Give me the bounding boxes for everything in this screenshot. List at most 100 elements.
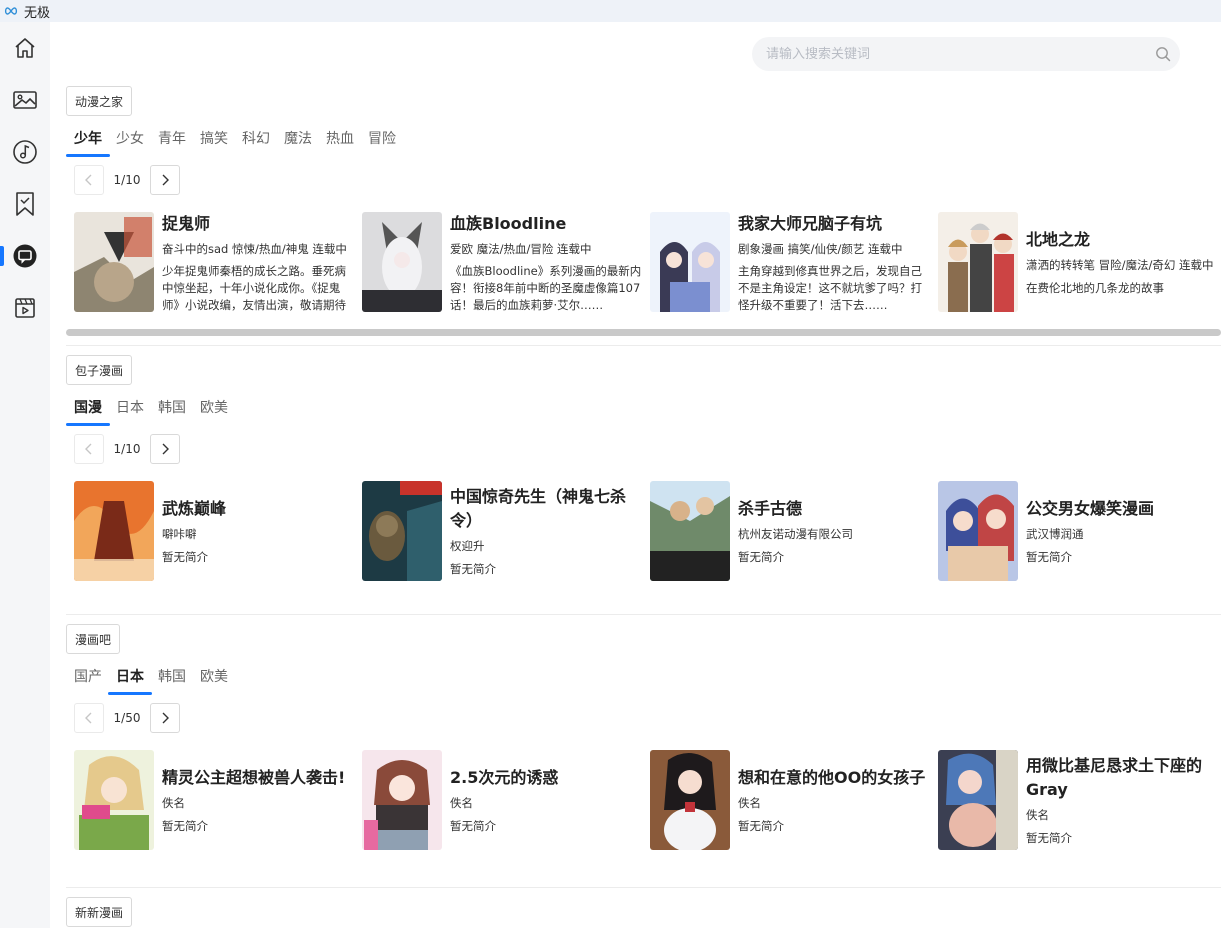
next-page-button[interactable] bbox=[150, 165, 180, 195]
comic-card[interactable]: 2.5次元的诱惑 佚名 暂无简介 bbox=[362, 750, 642, 850]
app-logo-icon bbox=[4, 5, 20, 17]
comic-info: 血族Bloodline 爱欧 魔法/热血/冒险 连载中 《血族Bloodline… bbox=[450, 212, 644, 312]
tab-hanguo[interactable]: 韩国 bbox=[158, 666, 186, 696]
comic-cover[interactable] bbox=[650, 212, 730, 312]
comic-card[interactable]: 中国惊奇先生（神鬼七杀令） 权迎升 暂无简介 bbox=[362, 481, 642, 581]
tab-mofa[interactable]: 魔法 bbox=[284, 128, 312, 158]
comic-card[interactable]: 想和在意的他OO的女孩子 佚名 暂无简介 bbox=[650, 750, 930, 850]
comic-meta: 噼咔噼 bbox=[162, 526, 197, 541]
tab-riben[interactable]: 日本 bbox=[108, 666, 152, 696]
comic-icon bbox=[13, 244, 37, 268]
comic-title[interactable]: 想和在意的他OO的女孩子 bbox=[738, 766, 932, 790]
comic-desc: 少年捉鬼师秦梧的成长之路。垂死病中惊坐起，十年小说化成你。《捉鬼师》小说改编，友… bbox=[162, 264, 346, 312]
prev-page-button[interactable] bbox=[74, 434, 104, 464]
comic-title[interactable]: 中国惊奇先生（神鬼七杀令） bbox=[450, 485, 644, 533]
comic-info: 我家大师兄脑子有坑 剧象漫画 搞笑/仙侠/颜艺 连载中 主角穿越到修真世界之后，… bbox=[738, 212, 932, 312]
comic-cover[interactable] bbox=[74, 481, 154, 581]
sidebar bbox=[0, 22, 50, 928]
comic-desc: 暂无简介 bbox=[738, 549, 784, 564]
section-divider bbox=[66, 614, 1221, 615]
sidebar-item-comics[interactable] bbox=[0, 236, 50, 276]
comic-card[interactable]: 血族Bloodline 爱欧 魔法/热血/冒险 连载中 《血族Bloodline… bbox=[362, 212, 642, 312]
comic-cover[interactable] bbox=[74, 212, 154, 312]
source-tag[interactable]: 新新漫画 bbox=[66, 897, 133, 927]
comic-desc: 暂无简介 bbox=[162, 818, 208, 833]
comic-title[interactable]: 北地之龙 bbox=[1026, 228, 1220, 252]
comic-cover[interactable] bbox=[938, 481, 1018, 581]
comic-title[interactable]: 血族Bloodline bbox=[450, 212, 644, 236]
search-input[interactable] bbox=[764, 45, 1146, 63]
tab-qingnian[interactable]: 青年 bbox=[158, 128, 186, 158]
source-tag[interactable]: 动漫之家 bbox=[66, 86, 133, 116]
chevron-left-icon bbox=[85, 443, 92, 455]
comic-card[interactable]: 公交男女爆笑漫画 武汉博润通 暂无简介 bbox=[938, 481, 1218, 581]
next-page-button[interactable] bbox=[150, 703, 180, 733]
comic-title[interactable]: 我家大师兄脑子有坑 bbox=[738, 212, 932, 236]
comic-meta: 奋斗中的sad 惊悚/热血/神鬼 连载中 bbox=[162, 242, 347, 256]
comic-desc: 在费伦北地的几条龙的故事 bbox=[1026, 280, 1164, 295]
comic-card[interactable]: 用微比基尼恳求土下座的Gray 佚名 暂无简介 bbox=[938, 750, 1218, 850]
image-icon bbox=[13, 91, 37, 109]
tab-guochan[interactable]: 国产 bbox=[74, 666, 102, 696]
comic-meta: 爱欧 魔法/热血/冒险 连载中 bbox=[450, 242, 592, 256]
comic-desc: 暂无简介 bbox=[450, 561, 496, 576]
comic-card[interactable]: 捉鬼师 奋斗中的sad 惊悚/热血/神鬼 连载中 少年捉鬼师秦梧的成长之路。垂死… bbox=[74, 212, 354, 312]
comic-card[interactable]: 我家大师兄脑子有坑 剧象漫画 搞笑/仙侠/颜艺 连载中 主角穿越到修真世界之后，… bbox=[650, 212, 930, 312]
comic-title[interactable]: 精灵公主超想被兽人袭击! bbox=[162, 766, 356, 790]
sidebar-item-home[interactable] bbox=[0, 28, 50, 68]
tab-rexue[interactable]: 热血 bbox=[326, 128, 354, 158]
comic-title[interactable]: 2.5次元的诱惑 bbox=[450, 766, 644, 790]
comic-cover[interactable] bbox=[74, 750, 154, 850]
sidebar-item-videos[interactable] bbox=[0, 288, 50, 328]
comic-meta: 佚名 bbox=[1026, 807, 1049, 822]
horizontal-scrollbar[interactable] bbox=[66, 329, 1221, 336]
comic-title[interactable]: 用微比基尼恳求土下座的Gray bbox=[1026, 754, 1220, 802]
comic-card[interactable]: 杀手古德 杭州友诺动漫有限公司 暂无简介 bbox=[650, 481, 930, 581]
video-icon bbox=[15, 298, 35, 318]
tab-oumei[interactable]: 欧美 bbox=[200, 397, 228, 427]
comic-card[interactable]: 北地之龙 潇洒的转转笔 冒险/魔法/奇幻 连载中 在费伦北地的几条龙的故事 bbox=[938, 212, 1218, 312]
tab-shaonian[interactable]: 少年 bbox=[66, 128, 110, 158]
comic-desc: 暂无简介 bbox=[450, 818, 496, 833]
prev-page-button[interactable] bbox=[74, 165, 104, 195]
prev-page-button[interactable] bbox=[74, 703, 104, 733]
category-tabs: 国漫 日本 韩国 欧美 bbox=[66, 397, 242, 427]
sidebar-item-bookmarks[interactable] bbox=[0, 184, 50, 224]
comic-cover[interactable] bbox=[650, 750, 730, 850]
comic-cover[interactable] bbox=[650, 481, 730, 581]
comic-meta: 杭州友诺动漫有限公司 bbox=[738, 526, 853, 541]
sidebar-item-images[interactable] bbox=[0, 80, 50, 120]
source-tag[interactable]: 漫画吧 bbox=[66, 624, 121, 654]
comic-cover[interactable] bbox=[938, 212, 1018, 312]
tab-kehuan[interactable]: 科幻 bbox=[242, 128, 270, 158]
tab-riben[interactable]: 日本 bbox=[116, 397, 144, 427]
comic-cover[interactable] bbox=[938, 750, 1018, 850]
comic-title[interactable]: 杀手古德 bbox=[738, 497, 932, 521]
tab-shaonv[interactable]: 少女 bbox=[116, 128, 144, 158]
section-xinxin: 新新漫画 bbox=[66, 897, 1221, 928]
comic-info: 精灵公主超想被兽人袭击! 佚名 暂无简介 bbox=[162, 750, 356, 850]
app-title: 无极 bbox=[24, 5, 51, 21]
main-content: 动漫之家 少年 少女 青年 搞笑 科幻 魔法 热血 冒险 1/10 捉鬼师 奋斗… bbox=[50, 22, 1221, 928]
comic-title[interactable]: 公交男女爆笑漫画 bbox=[1026, 497, 1220, 521]
tab-guoman[interactable]: 国漫 bbox=[66, 397, 110, 427]
page-indicator: 1/50 bbox=[113, 711, 141, 725]
comic-title[interactable]: 武炼巅峰 bbox=[162, 497, 356, 521]
comic-cover[interactable] bbox=[362, 481, 442, 581]
comic-info: 用微比基尼恳求土下座的Gray 佚名 暂无简介 bbox=[1026, 750, 1220, 850]
search-icon[interactable] bbox=[1146, 37, 1180, 71]
sidebar-item-music[interactable] bbox=[0, 132, 50, 172]
comic-title[interactable]: 捉鬼师 bbox=[162, 212, 356, 236]
comic-cover[interactable] bbox=[362, 212, 442, 312]
comic-card[interactable]: 武炼巅峰 噼咔噼 暂无简介 bbox=[74, 481, 354, 581]
tab-gaoxiao[interactable]: 搞笑 bbox=[200, 128, 228, 158]
next-page-button[interactable] bbox=[150, 434, 180, 464]
comic-card[interactable]: 精灵公主超想被兽人袭击! 佚名 暂无简介 bbox=[74, 750, 354, 850]
chevron-right-icon bbox=[162, 443, 169, 455]
tab-hanguo[interactable]: 韩国 bbox=[158, 397, 186, 427]
source-tag[interactable]: 包子漫画 bbox=[66, 355, 133, 385]
tab-maoxian[interactable]: 冒险 bbox=[368, 128, 396, 158]
tab-oumei[interactable]: 欧美 bbox=[200, 666, 228, 696]
comic-cover[interactable] bbox=[362, 750, 442, 850]
comic-info: 武炼巅峰 噼咔噼 暂无简介 bbox=[162, 481, 356, 581]
